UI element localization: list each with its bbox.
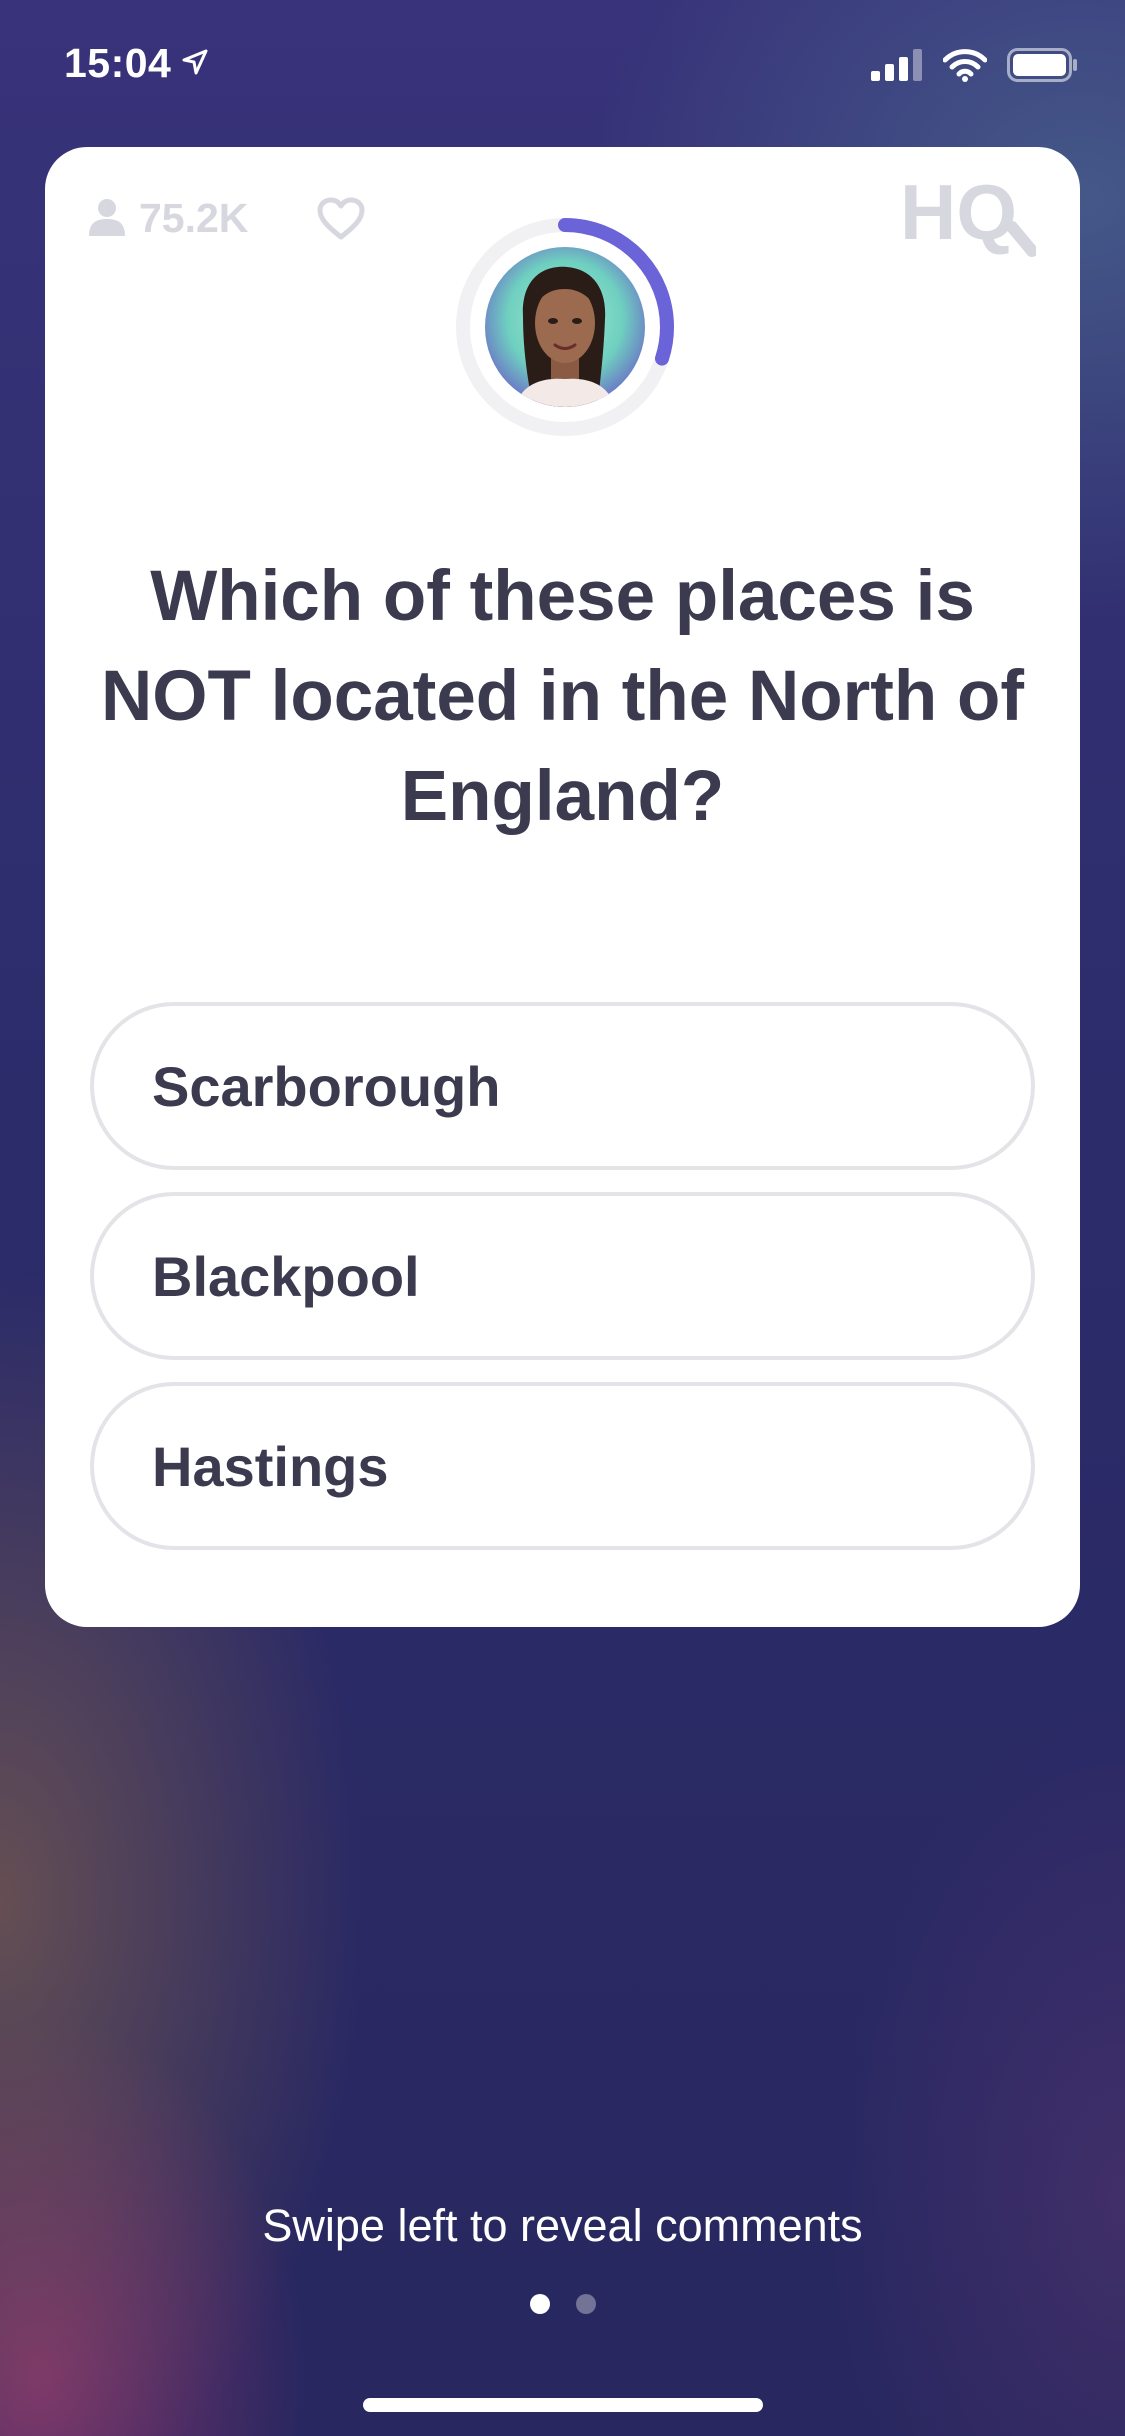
page-dot-1[interactable] bbox=[529, 2294, 550, 2314]
answer-option-1[interactable]: Scarborough bbox=[90, 1002, 1035, 1170]
home-indicator[interactable] bbox=[363, 2398, 763, 2412]
location-arrow-icon bbox=[181, 48, 209, 80]
question-text: Which of these places is NOT located in … bbox=[101, 557, 1024, 836]
cellular-signal-icon bbox=[871, 49, 923, 85]
answer-option-3[interactable]: Hastings bbox=[90, 1382, 1035, 1550]
answer-list: Scarborough Blackpool Hastings bbox=[90, 1002, 1035, 1572]
status-icons bbox=[871, 48, 1079, 86]
page-indicator[interactable] bbox=[0, 2294, 1125, 2314]
question-card: 75.2K HQ Which of these places is NOT lo… bbox=[45, 147, 1080, 1627]
status-time-group: 15:04 bbox=[64, 40, 209, 87]
viewer-count-label: 75.2K bbox=[139, 195, 249, 241]
status-time: 15:04 bbox=[64, 40, 172, 86]
answer-option-2[interactable]: Blackpool bbox=[90, 1192, 1035, 1360]
hq-logo-icon: HQ bbox=[900, 168, 1038, 261]
host-avatar bbox=[485, 247, 645, 407]
wifi-icon bbox=[942, 48, 988, 86]
hq-logo-text: HQ bbox=[900, 175, 1017, 256]
page-dot-2[interactable] bbox=[575, 2294, 596, 2314]
heart-icon[interactable] bbox=[317, 197, 365, 245]
viewer-icon bbox=[89, 198, 125, 240]
swipe-hint: Swipe left to reveal comments bbox=[262, 2200, 863, 2251]
viewer-count: 75.2K bbox=[89, 195, 248, 242]
answer-option-label: Scarborough bbox=[152, 1054, 501, 1118]
answer-option-label: Hastings bbox=[152, 1434, 389, 1498]
battery-icon bbox=[1007, 48, 1079, 86]
answer-option-label: Blackpool bbox=[152, 1244, 420, 1308]
status-bar: 15:04 bbox=[0, 0, 1125, 135]
